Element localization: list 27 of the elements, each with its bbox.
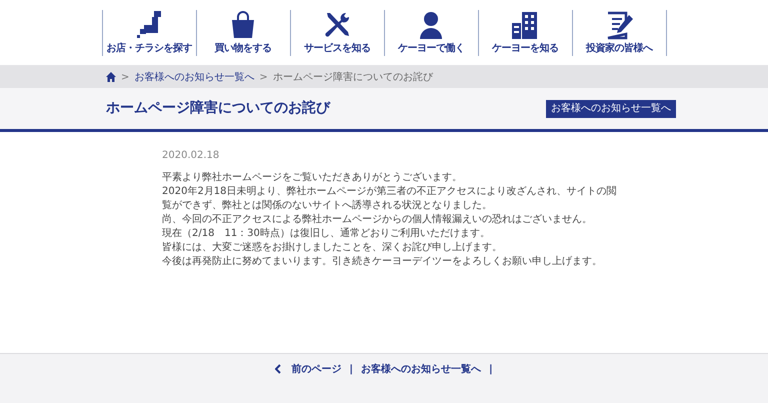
japan-map-icon — [134, 10, 164, 40]
footer-separator: | — [349, 363, 353, 376]
nav-item[interactable]: ケーヨーで働く — [384, 10, 478, 56]
notice-list-link[interactable]: お客様へのお知らせ一覧へ — [361, 362, 481, 376]
nav-item[interactable]: ケーヨーを知る — [478, 10, 572, 56]
body-text: 皆様には、大変ご迷惑をお掛けしましたことを、深くお詫び申し上げます。 — [162, 241, 503, 255]
nav-item[interactable]: サービスを知る — [290, 10, 384, 56]
breadcrumb-link[interactable]: お客様へのお知らせ一覧へ — [134, 70, 254, 84]
body-text: 平素より弊社ホームページをご覧いただきありがとうございます。 — [162, 171, 463, 185]
notice-list-button[interactable]: お客様へのお知らせ一覧へ — [546, 100, 676, 118]
body-text: 現在（2/18 11：30時点）は復旧し、通常どおりご利用いただけます。 — [162, 227, 491, 241]
chevron-left-icon — [275, 364, 282, 374]
nav-item[interactable]: お店・チラシを探す — [102, 10, 196, 56]
home-icon[interactable] — [106, 72, 116, 82]
body-text: 今後は再発防止に努めてまいります。引き続きケーヨーデイツーをよろしくお願い申し上げます。 — [162, 255, 603, 269]
post-date: 2020.02.18 — [162, 149, 220, 163]
body-text: 2020年2月18日未明より、弊社ホームページが第三者の不正アクセスにより改ざんされ、サイトの閲覧ができず、弊社とは関係のないサイトへ誘導される状況となりました。 — [162, 185, 618, 213]
breadcrumb-separator: > — [121, 70, 130, 84]
nav-item[interactable]: 投資家の皆様へ — [572, 10, 666, 56]
nav-item[interactable]: 買い物をする — [196, 10, 290, 56]
previous-page-link[interactable]: 前のページ — [275, 362, 342, 376]
building-icon — [510, 10, 540, 40]
breadcrumb-separator: > — [259, 70, 268, 84]
footer-separator: | — [489, 363, 493, 376]
page-title: ホームページ障害についてのお詫び — [106, 98, 330, 118]
breadcrumb-current: ホームページ障害についてのお詫び — [272, 70, 433, 84]
body-text: 尚、今回の不正アクセスによる弊社ホームページからの個人情報漏えいの恐れはございません。 — [162, 213, 593, 227]
